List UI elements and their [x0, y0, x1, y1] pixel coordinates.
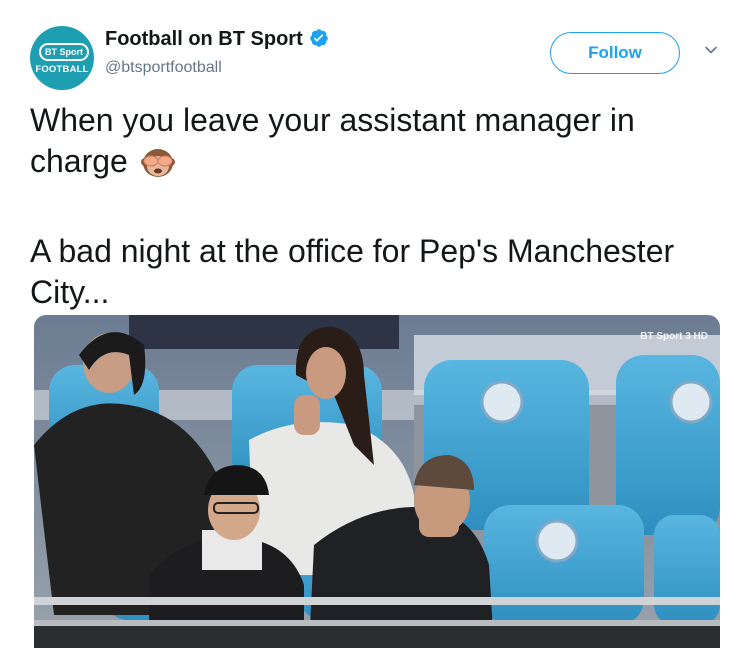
stadium-photo [34, 315, 720, 648]
chevron-down-icon[interactable] [703, 42, 719, 63]
follow-button[interactable]: Follow [550, 32, 680, 74]
tweet-text-line2: A bad night at the office for Pep's Manc… [30, 233, 675, 310]
avatar-logo-text: BT Sport [39, 43, 89, 61]
tweet-text-line1: When you leave your assistant manager in… [30, 102, 635, 179]
verified-badge-icon [309, 28, 329, 54]
tweet-header: BT Sport FOOTBALL Football on BT Sport @… [30, 24, 730, 94]
display-name-row[interactable]: Football on BT Sport [105, 28, 329, 54]
media-watermark: BT Sport 3 HD [640, 331, 708, 342]
account-handle[interactable]: @btsportfootball [105, 59, 222, 77]
tweet-text: When you leave your assistant manager in… [30, 100, 730, 313]
display-name[interactable]: Football on BT Sport [105, 28, 303, 50]
avatar-logo-subtext: FOOTBALL [35, 64, 89, 75]
avatar[interactable]: BT Sport FOOTBALL [30, 26, 94, 90]
tweet-text-line: When you leave your assistant manager in… [30, 100, 730, 190]
tweet-media-photo[interactable]: BT Sport 3 HD [34, 315, 720, 648]
see-no-evil-monkey-icon [140, 144, 176, 190]
